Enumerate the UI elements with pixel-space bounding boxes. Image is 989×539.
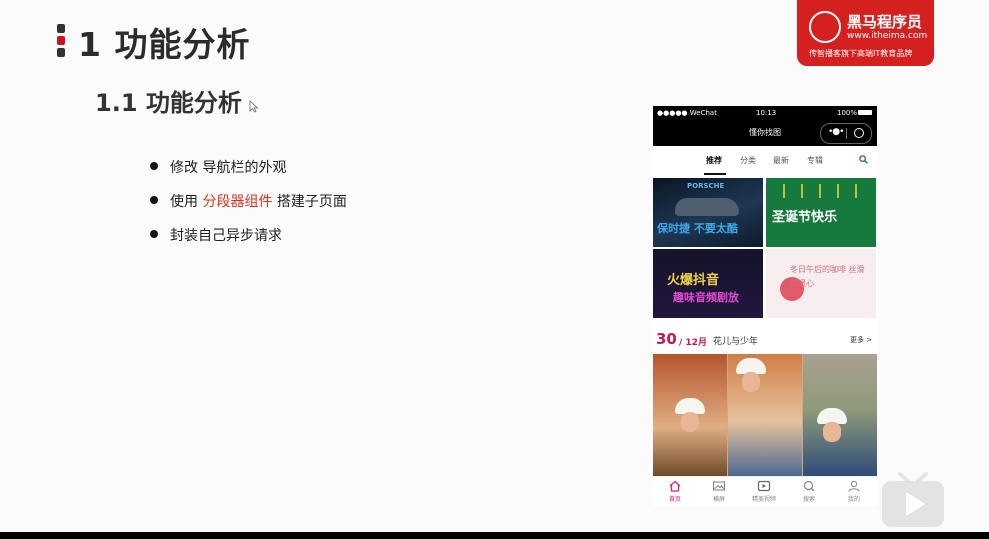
home-icon [669,480,681,492]
tab-album[interactable]: 专辑 [807,155,823,166]
tabbar-landscape[interactable]: 横屏 [699,480,739,503]
tabbar-home[interactable]: 首页 [655,480,695,503]
horse-logo-icon [809,11,841,43]
date-month: / 12月 [679,338,707,348]
search-icon [803,480,815,492]
target-circle-icon[interactable] [854,128,864,138]
battery-text: 100% [837,109,858,117]
album-title: 花儿与少年 [713,337,759,347]
more-dots-icon[interactable]: •●• [828,127,845,137]
album-header: 30 / 12月 花儿与少年 更多 > [653,328,877,350]
bullet-list: 修改 导航栏的外观 使用 分段器组件 搭建子页面 封装自己异步请求 [150,157,347,259]
tabbar-video[interactable]: 精美视频 [744,480,784,503]
video-icon [757,480,771,492]
user-icon [848,480,860,492]
segment-tabs: 推荐 分类 最新 专辑 [653,146,877,176]
wallpaper-thumb[interactable]: PORSCHE 保时捷 不要太酷 [653,178,763,247]
more-link[interactable]: 更多 > [850,335,872,345]
title-marker-icon [57,24,65,58]
mouse-cursor-icon [249,100,259,113]
search-icon[interactable] [859,155,868,164]
date-day: 30 [656,330,677,348]
bullet-item: 封装自己异步请求 [150,225,347,259]
capsule-button[interactable]: •●• [820,123,872,144]
brand-name: 黑马程序员 [847,13,923,31]
wallpaper-thumb[interactable]: 火爆抖音 趣味音频剧放 [653,249,763,318]
wallpaper-thumb[interactable]: 冬日午后的咖啡 丝滑又暖心 [766,249,876,318]
image-icon [712,481,726,491]
tabbar-profile[interactable]: 我的 [834,480,874,503]
brand-url: www.itheima.com [847,31,928,41]
status-bar: ●●●●● WeChat 10:13 100% [653,106,877,120]
wallpaper-thumb[interactable]: 圣诞节快乐 [766,178,876,247]
active-tab-indicator [704,173,726,175]
tab-category[interactable]: 分类 [740,155,756,166]
brand-slogan: 传智播客旗下高端IT教育品牌 [809,49,913,58]
bullet-item: 修改 导航栏的外观 [150,157,347,191]
album-photo[interactable] [653,354,877,476]
battery-icon [858,110,872,115]
phone-mockup: ●●●●● WeChat 10:13 100% 懂你找图 •●• 推荐 分类 最… [653,106,877,506]
status-time: 10:13 [756,109,777,117]
tab-latest[interactable]: 最新 [773,155,789,166]
bullet-item: 使用 分段器组件 搭建子页面 [150,191,347,225]
tab-recommend[interactable]: 推荐 [706,155,722,166]
play-button-icon[interactable] [878,470,948,530]
slide-title: 1 功能分析 [78,25,251,64]
bottom-tabbar: 首页 横屏 精美视频 搜索 我的 [653,476,877,506]
tabbar-search[interactable]: 搜索 [789,480,829,503]
highlight-text: 分段器组件 [202,194,273,210]
brand-badge: 黑马程序员 www.itheima.com 传智播客旗下高端IT教育品牌 [797,0,934,66]
carrier-text: ●●●●● WeChat [657,109,717,117]
navigation-bar: 懂你找图 •●• [653,120,877,146]
slide-subtitle: 1.1 功能分析 [95,89,242,117]
presentation-slide: 1 功能分析 1.1 功能分析 修改 导航栏的外观 使用 分段器组件 搭建子页面… [0,0,989,532]
video-control-bar [0,532,989,539]
